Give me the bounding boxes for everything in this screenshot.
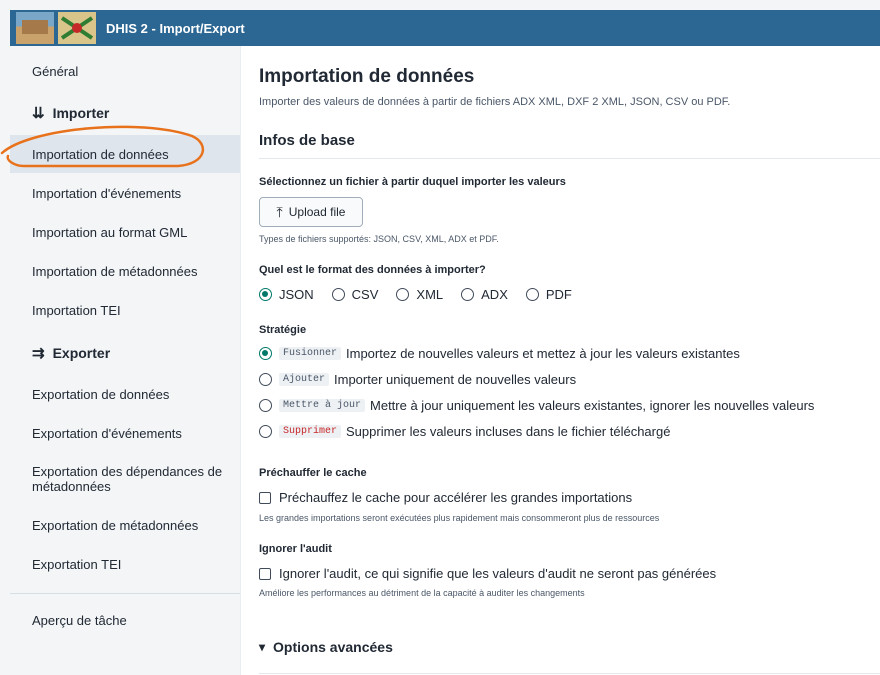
sidebar-heading-import-label: Importer <box>52 105 110 121</box>
format-json-label: JSON <box>279 287 314 302</box>
app-title: DHIS 2 - Import/Export <box>106 20 245 36</box>
sidebar-item-metadata-dependency-export[interactable]: Exportation des dépendances de métadonné… <box>10 464 240 508</box>
advanced-options-label: Options avancées <box>273 639 393 655</box>
app-header: DHIS 2 - Import/Export <box>10 10 880 46</box>
audit-label: Ignorer l'audit <box>259 543 332 555</box>
format-csv-label: CSV <box>351 287 379 302</box>
radio-adx[interactable] <box>461 288 475 301</box>
sidebar-heading-export: ⇉ Exporter <box>32 344 110 362</box>
audit-help: Améliore les performances au détriment d… <box>259 588 585 598</box>
logo-map-image <box>58 12 96 44</box>
sidebar-divider <box>10 593 240 594</box>
sidebar-heading-import: ⇊ Importer <box>32 104 109 122</box>
sidebar-heading-export-label: Exporter <box>52 345 111 361</box>
preheat-label: Préchauffer le cache <box>259 467 367 479</box>
audit-option[interactable]: Ignorer l'audit, ce qui signifie que les… <box>259 566 716 581</box>
format-radio-group: JSON CSV XML ADX PDF <box>259 287 590 302</box>
sidebar-item-job-overview[interactable]: Aperçu de tâche <box>10 601 240 639</box>
sidebar: Général ⇊ Importer Importation de donnée… <box>10 46 241 675</box>
sidebar-item-tei-import[interactable]: Importation TEI <box>10 291 240 329</box>
import-icon: ⇊ <box>32 105 45 122</box>
sidebar-item-event-import[interactable]: Importation d'événements <box>10 174 240 212</box>
strategy-option-delete[interactable]: Supprimer Supprimer les valeurs incluses… <box>259 424 670 439</box>
upload-icon: ⤒ <box>276 203 283 220</box>
strategy-text: Importez de nouvelles valeurs et mettez … <box>346 346 740 361</box>
upload-file-button[interactable]: ⤒ Upload file <box>259 197 363 227</box>
sidebar-item-data-import[interactable]: Importation de données <box>10 135 240 173</box>
strategy-label: Stratégie <box>259 324 307 336</box>
format-option-xml[interactable]: XML <box>396 287 443 302</box>
format-xml-label: XML <box>416 287 444 302</box>
format-option-adx[interactable]: ADX <box>461 287 508 302</box>
format-option-json[interactable]: JSON <box>259 287 314 302</box>
strategy-code: Fusionner <box>279 347 342 360</box>
app-logo[interactable] <box>16 12 96 44</box>
sidebar-item-data-export[interactable]: Exportation de données <box>10 375 240 413</box>
radio-json[interactable] <box>259 288 272 301</box>
advanced-options-toggle[interactable]: ▾ Options avancées <box>259 639 393 655</box>
sidebar-item-tei-export[interactable]: Exportation TEI <box>10 545 240 583</box>
radio-pdf[interactable] <box>525 288 539 301</box>
radio-update[interactable] <box>259 399 272 412</box>
format-adx-label: ADX <box>481 287 508 302</box>
strategy-code: Mettre à jour <box>279 399 366 412</box>
preheat-option[interactable]: Préchauffez le cache pour accélérer les … <box>259 490 632 505</box>
radio-delete[interactable] <box>259 425 272 438</box>
strategy-option-update[interactable]: Mettre à jour Mettre à jour uniquement l… <box>259 398 814 413</box>
audit-checkbox[interactable] <box>259 567 271 580</box>
strategy-option-append[interactable]: Ajouter Importer uniquement de nouvelles… <box>259 372 576 387</box>
preheat-help: Les grandes importations seront exécutée… <box>259 513 660 523</box>
preheat-checkbox[interactable] <box>259 491 271 504</box>
radio-append[interactable] <box>259 373 272 386</box>
sidebar-item-general[interactable]: Général <box>10 52 240 90</box>
radio-csv[interactable] <box>331 288 345 301</box>
radio-xml[interactable] <box>396 288 410 301</box>
sidebar-item-event-export[interactable]: Exportation d'événements <box>10 414 240 452</box>
chevron-down-icon: ▾ <box>259 640 266 654</box>
file-help: Types de fichiers supportés: JSON, CSV, … <box>259 234 499 244</box>
file-label: Sélectionnez un fichier à partir duquel … <box>259 176 566 188</box>
radio-merge[interactable] <box>259 347 272 360</box>
strategy-option-merge[interactable]: Fusionner Importez de nouvelles valeurs … <box>259 346 740 361</box>
format-option-csv[interactable]: CSV <box>331 287 379 302</box>
preheat-checkbox-label: Préchauffez le cache pour accélérer les … <box>279 490 633 505</box>
section-title: Infos de base <box>259 132 355 149</box>
strategy-code: Supprimer <box>279 425 342 438</box>
bottom-divider <box>259 673 880 674</box>
format-option-pdf[interactable]: PDF <box>525 287 572 302</box>
page-title: Importation de données <box>259 66 475 87</box>
strategy-text: Mettre à jour uniquement les valeurs exi… <box>370 398 815 413</box>
main-content: Importation de données Importer des vale… <box>241 46 880 675</box>
sidebar-item-gml-import[interactable]: Importation au format GML <box>10 213 240 251</box>
page-description: Importer des valeurs de données à partir… <box>259 96 731 108</box>
section-divider <box>259 158 880 159</box>
export-icon: ⇉ <box>32 345 45 362</box>
sidebar-item-metadata-export[interactable]: Exportation de métadonnées <box>10 506 240 544</box>
logo-building-image <box>16 12 54 44</box>
format-label: Quel est le format des données à importe… <box>259 264 486 276</box>
format-pdf-label: PDF <box>545 287 572 302</box>
strategy-code: Ajouter <box>279 373 330 386</box>
strategy-text: Supprimer les valeurs incluses dans le f… <box>346 424 671 439</box>
upload-file-label: Upload file <box>288 205 346 219</box>
strategy-text: Importer uniquement de nouvelles valeurs <box>334 372 577 387</box>
sidebar-item-metadata-import[interactable]: Importation de métadonnées <box>10 252 240 290</box>
audit-checkbox-label: Ignorer l'audit, ce qui signifie que les… <box>279 566 717 581</box>
